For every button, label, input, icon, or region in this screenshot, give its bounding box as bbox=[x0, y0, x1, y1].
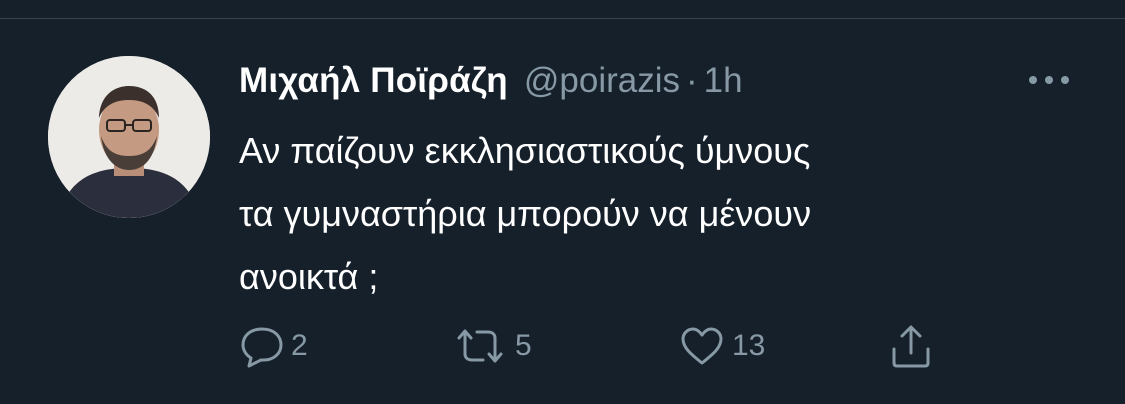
reply-icon bbox=[239, 324, 285, 368]
display-name[interactable]: Μιχαήλ Ποϊράζη bbox=[239, 61, 508, 101]
share-icon bbox=[889, 323, 933, 369]
avatar[interactable] bbox=[48, 56, 210, 218]
retweet-icon bbox=[451, 324, 509, 368]
more-dots-icon bbox=[1028, 75, 1070, 85]
reply-button[interactable]: 2 bbox=[239, 321, 308, 371]
more-options-button[interactable] bbox=[1024, 65, 1074, 95]
like-button[interactable]: 13 bbox=[678, 321, 765, 371]
retweet-button[interactable]: 5 bbox=[451, 321, 532, 371]
tweet-text: Αν παίζουν εκκλησιαστικούς ύμνους τα γυμ… bbox=[239, 130, 812, 297]
reply-count: 2 bbox=[291, 329, 308, 362]
share-button[interactable] bbox=[889, 321, 933, 371]
avatar-image bbox=[48, 56, 210, 218]
retweet-count: 5 bbox=[515, 329, 532, 362]
separator-dot: · bbox=[686, 61, 698, 100]
like-count: 13 bbox=[732, 329, 766, 362]
timestamp[interactable]: 1h bbox=[704, 61, 743, 101]
tweet-header: Μιχαήλ Ποϊράζη @poirazis · 1h bbox=[239, 57, 743, 105]
tweet[interactable]: Μιχαήλ Ποϊράζη @poirazis · 1h Αν παίζουν… bbox=[0, 19, 1125, 404]
heart-icon bbox=[678, 324, 726, 368]
user-handle[interactable]: @poirazis bbox=[524, 61, 680, 101]
